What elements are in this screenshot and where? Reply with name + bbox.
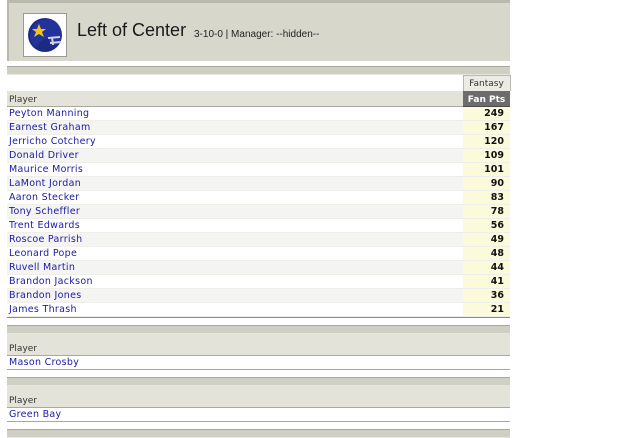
table-row: Tony Scheffler 78 [7,204,510,219]
player-name-link[interactable]: Brandon Jones [9,290,81,301]
fan-pts-value: 44 [463,260,510,275]
player-name-link[interactable]: Maurice Morris [9,164,83,175]
defense-team-link[interactable]: Green Bay [9,409,61,420]
player-name-link[interactable]: Peyton Manning [9,108,89,119]
team-name: Left of Center [77,20,187,40]
table-row: Jerricho Cotchery 120 [7,134,510,149]
offense-rows: Peyton Manning 249 Earnest Graham 167 Jerric… [7,106,510,317]
defense-player-header[interactable]: Player [7,386,510,408]
kicker-player-header[interactable]: Player [7,334,510,356]
football-helmet-icon [28,18,62,52]
offense-roster-table: Fantasy Player Fan Pts Peyton Manning 249… [7,75,511,317]
section-divider [7,66,510,75]
fan-pts-value: 78 [463,204,510,219]
table-row: Roscoe Parrish 49 [7,232,510,247]
player-column-header[interactable]: Player [7,91,463,107]
player-name-link[interactable]: LaMont Jordan [9,178,81,189]
player-name-link[interactable]: Trent Edwards [9,220,80,231]
team-header: Left of Center 3-10-0 | Manager: --hidde… [7,0,510,61]
fan-pts-value: 56 [463,218,510,233]
team-record-manager: 3-10-0 | Manager: --hidden-- [194,29,320,40]
player-name-link[interactable]: Aaron Stecker [9,192,80,203]
table-row: Donald Driver 109 [7,148,510,163]
fan-pts-value: 83 [463,190,510,205]
table-row: Brandon Jones 36 [7,288,510,303]
fan-pts-value: 120 [463,134,510,149]
player-name-link[interactable]: Brandon Jackson [9,276,93,287]
fan-pts-value: 109 [463,148,510,163]
table-row: Peyton Manning 249 [7,106,510,121]
fan-pts-value: 36 [463,288,510,303]
table-row: Aaron Stecker 83 [7,190,510,205]
player-name-link[interactable]: Ruvell Martin [9,262,75,273]
player-name-link[interactable]: Tony Scheffler [9,206,80,217]
player-name-link[interactable]: Roscoe Parrish [9,234,82,245]
table-row: Ruvell Martin 44 [7,260,510,275]
section-divider [7,377,510,386]
fan-pts-value: 101 [463,162,510,177]
section-divider [7,325,510,334]
player-name-link[interactable]: Jerricho Cotchery [9,136,96,147]
fan-pts-value: 21 [463,302,510,317]
table-row: Leonard Pope 48 [7,246,510,261]
player-name-link[interactable]: Leonard Pope [9,248,77,259]
fan-pts-column-header[interactable]: Fan Pts [463,91,510,107]
table-row: James Thrash 21 [7,302,510,317]
kicker-player-link[interactable]: Mason Crosby [9,357,79,368]
fan-pts-value: 167 [463,120,510,135]
table-row: Brandon Jackson 41 [7,274,510,289]
fan-pts-value: 249 [463,106,510,121]
table-row: Maurice Morris 101 [7,162,510,177]
list-item: Mason Crosby [7,356,510,370]
player-name-link[interactable]: Earnest Graham [9,122,91,133]
player-name-link[interactable]: Donald Driver [9,150,79,161]
roster-page: Left of Center 3-10-0 | Manager: --hidde… [7,0,511,438]
table-row: LaMont Jordan 90 [7,176,510,191]
table-header-row: Player Fan Pts [7,91,510,107]
fan-pts-value: 48 [463,246,510,261]
table-row: Trent Edwards 56 [7,218,510,233]
fantasy-group-label: Fantasy [462,75,511,91]
list-item: Green Bay [7,408,510,422]
fan-pts-value: 90 [463,176,510,191]
table-group-header-row: Fantasy [7,75,511,91]
player-name-link[interactable]: James Thrash [9,304,77,315]
fan-pts-value: 41 [463,274,510,289]
team-logo [23,13,67,57]
fan-pts-value: 49 [463,232,510,247]
table-row: Earnest Graham 167 [7,120,510,135]
